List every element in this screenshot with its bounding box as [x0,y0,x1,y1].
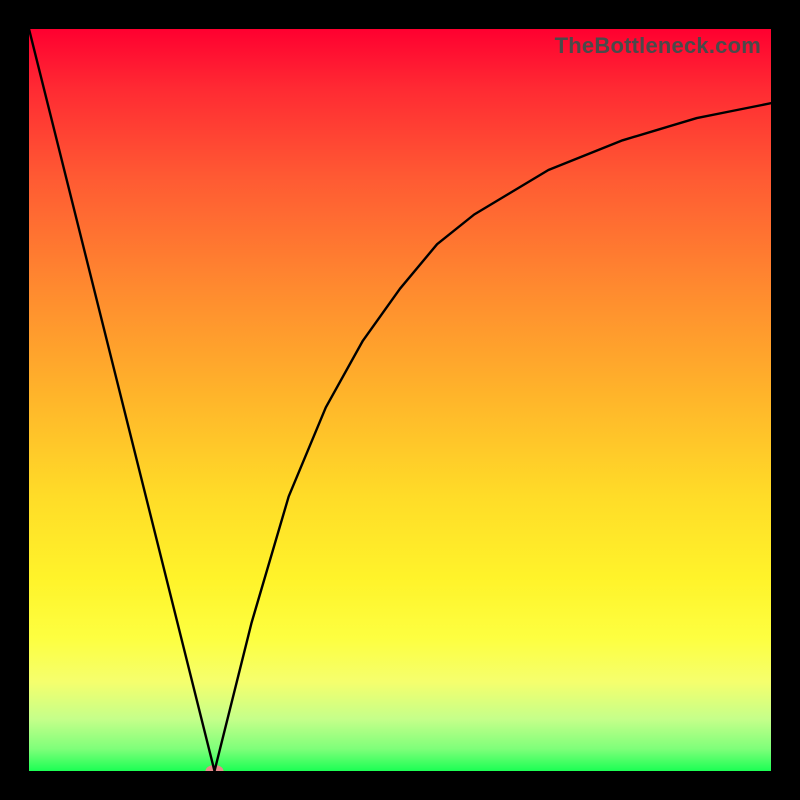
plot-area: TheBottleneck.com [29,29,771,771]
chart-frame: TheBottleneck.com [0,0,800,800]
bottleneck-curve [29,29,771,771]
curve-layer [29,29,771,771]
